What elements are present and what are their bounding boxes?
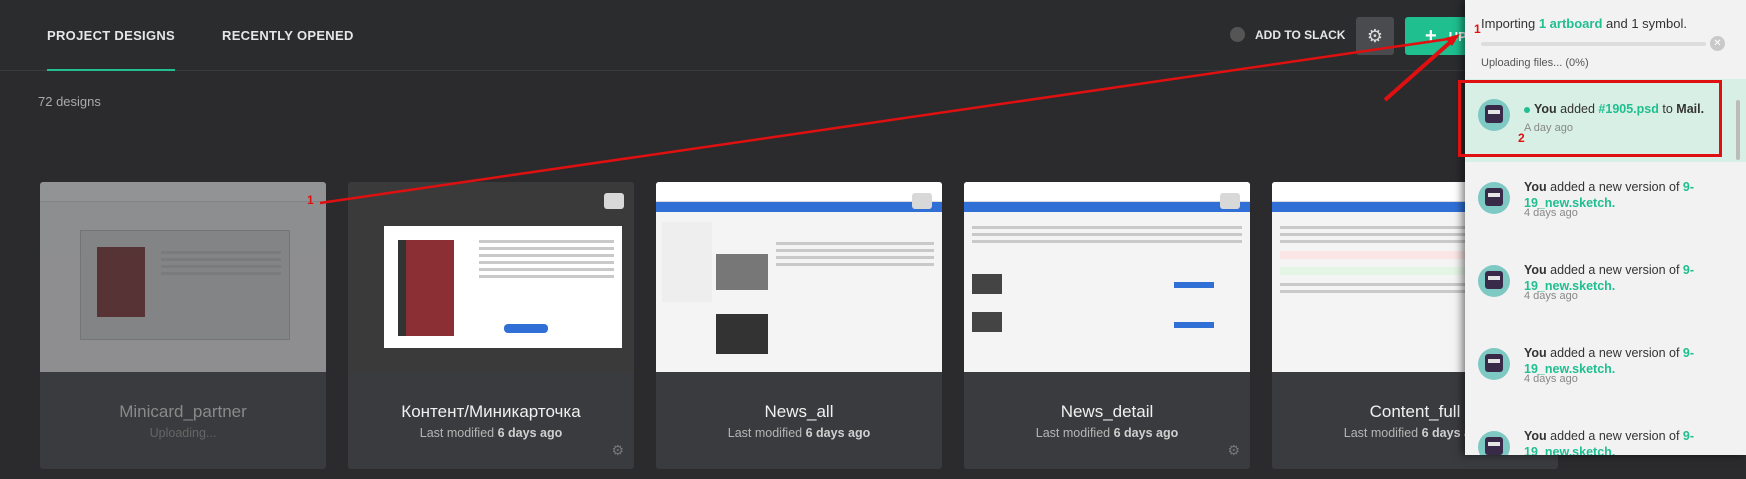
- close-icon[interactable]: ✕: [1710, 36, 1725, 51]
- card-title: News_detail: [1060, 402, 1154, 421]
- card-last-modified: Last modified 6 days ago: [1035, 426, 1179, 440]
- design-card[interactable]: News_detail Last modified 6 days ago ⚙: [964, 182, 1250, 469]
- design-thumbnail: [656, 182, 942, 372]
- activity-panel: Importing 1 artboard and 1 symbol. ✕ Upl…: [1465, 0, 1746, 455]
- card-title: News_all: [764, 402, 834, 421]
- card-last-modified: Last modified 6 days ago: [419, 426, 563, 440]
- comment-icon[interactable]: [1220, 193, 1240, 209]
- avatar: [1478, 182, 1510, 214]
- comment-icon[interactable]: [912, 193, 932, 209]
- card-status: Uploading...: [149, 426, 217, 440]
- avatar: [1478, 265, 1510, 297]
- design-card[interactable]: Контент/Миникарточка Last modified 6 day…: [348, 182, 634, 469]
- gear-icon: ⚙: [1366, 25, 1384, 46]
- designs-count: 72 designs: [38, 94, 101, 109]
- settings-button[interactable]: ⚙: [1356, 17, 1394, 55]
- avatar: [1478, 431, 1510, 455]
- activity-item[interactable]: You added a new version of 9-19_new.sket…: [1465, 245, 1746, 328]
- tab-recently-opened[interactable]: RECENTLY OPENED: [222, 0, 354, 71]
- design-card[interactable]: Minicard_partner Uploading...: [40, 182, 326, 469]
- card-title: Контент/Миникарточка: [401, 402, 581, 421]
- gear-icon[interactable]: ⚙: [1227, 442, 1240, 459]
- comment-icon[interactable]: [604, 193, 624, 209]
- card-last-modified: Last modified 6 days ago: [727, 426, 871, 440]
- add-to-slack-label: ADD TO SLACK: [1255, 27, 1346, 42]
- annotation-marker: 1: [307, 193, 314, 207]
- activity-time: 4 days ago: [1524, 207, 1578, 219]
- activity-time: 4 days ago: [1524, 290, 1578, 302]
- annotation-marker: 1: [1474, 22, 1481, 36]
- activity-item[interactable]: You added a new version of 9-19_new.sket…: [1465, 162, 1746, 245]
- activity-time: 4 days ago: [1524, 373, 1578, 385]
- activity-item[interactable]: You added a new version of 9-19_new.sket…: [1465, 411, 1746, 455]
- add-to-slack-button[interactable]: ADD TO SLACK: [1230, 27, 1345, 42]
- annotation-marker: 2: [1518, 131, 1525, 145]
- design-thumbnail: [964, 182, 1250, 372]
- import-status-text: Importing 1 artboard and 1 symbol.: [1481, 16, 1687, 31]
- upload-status: Uploading files... (0%): [1481, 57, 1589, 69]
- tab-project-designs[interactable]: PROJECT DESIGNS: [47, 0, 176, 71]
- design-thumbnail: [40, 182, 326, 372]
- annotation-highlight-box: [1458, 80, 1722, 157]
- design-card[interactable]: News_all Last modified 6 days ago: [656, 182, 942, 469]
- avatar: [1478, 348, 1510, 380]
- slack-icon: [1230, 27, 1245, 42]
- import-progress-bar: [1481, 42, 1706, 46]
- activity-item[interactable]: You added a new version of 9-19_new.sket…: [1465, 328, 1746, 411]
- design-thumbnail: [348, 182, 634, 372]
- plus-icon: +: [1425, 24, 1437, 47]
- gear-icon[interactable]: ⚙: [611, 442, 624, 459]
- card-title: Minicard_partner: [119, 402, 247, 421]
- panel-scrollbar[interactable]: [1736, 100, 1740, 160]
